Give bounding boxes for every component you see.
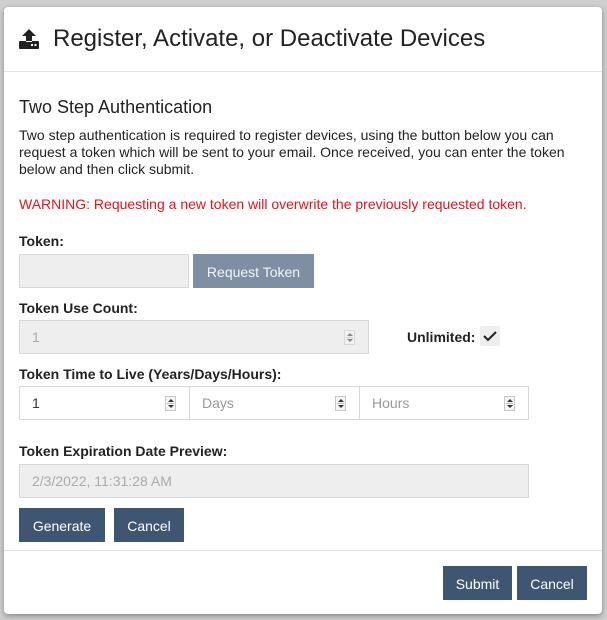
section-title: Two Step Authentication	[19, 97, 213, 117]
expiration-preview-field: 2/3/2022, 11:31:28 AM	[19, 464, 529, 498]
modal-footer: Submit Cancel	[4, 550, 602, 615]
submit-button[interactable]: Submit	[443, 566, 512, 600]
ttl-hours-placeholder: Hours	[372, 395, 410, 411]
token-input[interactable]	[19, 254, 189, 288]
years-spinner[interactable]	[165, 396, 176, 411]
ttl-years-input[interactable]: 1	[19, 386, 190, 420]
upload-device-icon	[19, 29, 39, 49]
unlimited-label: Unlimited:	[407, 329, 476, 345]
checkmark-icon	[483, 331, 497, 342]
ttl-days-input[interactable]: Days	[189, 386, 360, 420]
ttl-years-value: 1	[32, 395, 40, 411]
cancel-generate-button[interactable]: Cancel	[114, 508, 184, 542]
days-spinner[interactable]	[335, 396, 346, 411]
ttl-label: Token Time to Live (Years/Days/Hours):	[19, 366, 282, 382]
generate-button[interactable]: Generate	[19, 508, 105, 542]
unlimited-checkbox[interactable]	[480, 326, 500, 346]
register-devices-modal: Register, Activate, or Deactivate Device…	[4, 7, 602, 614]
modal-title: Register, Activate, or Deactivate Device…	[53, 25, 486, 52]
cancel-button[interactable]: Cancel	[517, 566, 587, 600]
warning-message: WARNING: Requesting a new token will ove…	[19, 196, 527, 212]
ttl-hours-input[interactable]: Hours	[359, 386, 529, 420]
expiration-preview-value: 2/3/2022, 11:31:28 AM	[32, 473, 172, 489]
hours-spinner[interactable]	[504, 396, 515, 411]
token-use-count-value: 1	[32, 329, 40, 345]
token-use-count-label: Token Use Count:	[19, 300, 138, 316]
modal-header: Register, Activate, or Deactivate Device…	[4, 7, 602, 72]
expiration-label: Token Expiration Date Preview:	[19, 443, 228, 459]
ttl-days-placeholder: Days	[202, 395, 234, 411]
section-description: Two step authentication is required to r…	[19, 127, 565, 177]
token-use-count-input[interactable]: 1	[19, 320, 369, 354]
request-token-button[interactable]: Request Token	[193, 254, 314, 288]
token-label: Token:	[19, 233, 64, 249]
use-count-spinner[interactable]	[344, 330, 355, 345]
